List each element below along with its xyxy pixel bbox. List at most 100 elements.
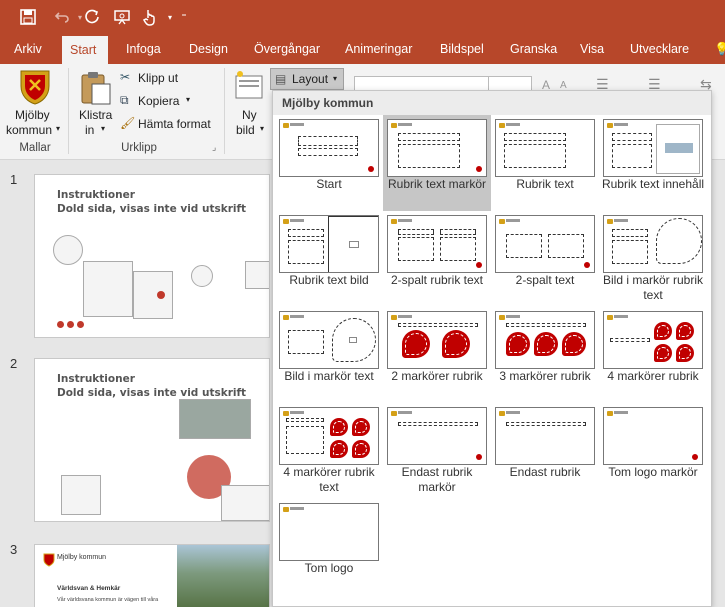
tab-design[interactable]: Design: [181, 34, 236, 64]
placeholder: [328, 216, 378, 272]
slide-number: 2: [10, 356, 18, 371]
format-painter-icon: 🖌: [120, 116, 136, 130]
logo-icon: [283, 219, 289, 224]
layout-option-rubrik-text[interactable]: Rubrik text: [491, 115, 599, 211]
marker-dot: [157, 291, 165, 299]
paste-button[interactable]: Klistra in ▾: [74, 66, 116, 140]
group-separator: [68, 68, 69, 154]
marker-shape: [330, 418, 348, 436]
placeholder: [506, 234, 542, 258]
layout-option-rubrik-text-innehall[interactable]: Rubrik text innehåll: [599, 115, 707, 211]
logo-icon: [391, 411, 397, 416]
layout-thumbnail: [387, 407, 487, 465]
marker-dot: [692, 454, 698, 460]
layout-option-label: Tom logo markör: [608, 465, 698, 479]
redo-icon[interactable]: [80, 5, 104, 29]
logo-text: [614, 411, 628, 414]
layout-option-rubrik-text-bild[interactable]: Rubrik text bild: [275, 211, 383, 307]
gallery-header-label: Mjölby kommun: [282, 96, 374, 110]
marker-shape: [562, 332, 586, 356]
logo-icon: [391, 315, 397, 320]
layout-option-4-markorer-rubrik-text[interactable]: 4 markörer rubrik text: [275, 403, 383, 499]
present-icon[interactable]: [110, 5, 134, 29]
tab-overgangar[interactable]: Övergångar: [246, 34, 328, 64]
placeholder: [612, 240, 648, 264]
mallar-label-2: kommun: [6, 123, 53, 137]
layout-thumbnail: [495, 215, 595, 273]
layout-option-4-markorer-rubrik[interactable]: 4 markörer rubrik: [599, 307, 707, 403]
scissors-icon: ✂: [120, 70, 131, 84]
lightbulb-icon[interactable]: 💡: [706, 34, 725, 64]
layout-option-rubrik-text-markor[interactable]: Rubrik text markör: [383, 115, 491, 211]
slide-number: 1: [10, 172, 18, 187]
layout-option-label: Endast rubrik: [509, 465, 581, 479]
tab-start[interactable]: Start: [62, 36, 108, 64]
layout-option-endast-rubrik-markor[interactable]: Endast rubrik markör: [383, 403, 491, 499]
group-label-mallar: Mallar: [19, 142, 51, 154]
new-slide-label-2: bild: [236, 123, 255, 137]
save-icon[interactable]: [16, 5, 40, 29]
logo-icon: [499, 315, 505, 320]
layout-thumbnail: [603, 119, 703, 177]
cut-button[interactable]: ✂ Klipp ut: [120, 70, 220, 88]
new-slide-button[interactable]: Ny bild ▾: [230, 66, 268, 140]
layout-option-bild-i-markor-text[interactable]: Bild i markör text: [275, 307, 383, 403]
logo-text: [290, 411, 304, 414]
gallery-header: Mjölby kommun: [273, 91, 711, 115]
layout-thumbnail: [279, 407, 379, 465]
marker-shape: [352, 440, 370, 458]
tab-granska[interactable]: Granska: [502, 34, 565, 64]
dialog-launcher-icon[interactable]: ⌟: [212, 142, 216, 153]
layout-icon: ▤: [275, 72, 287, 86]
layout-option-tom-logo-markor[interactable]: Tom logo markör: [599, 403, 707, 499]
tab-utvecklare[interactable]: Utvecklare: [622, 34, 697, 64]
placeholder: [398, 144, 460, 168]
copy-dropdown-icon: ▾: [186, 95, 191, 104]
placeholder: [298, 136, 358, 146]
copy-button[interactable]: ⧉ Kopiera ▾: [120, 93, 200, 111]
marker-dot: [77, 321, 84, 328]
layout-option-tom-logo[interactable]: Tom logo: [275, 499, 383, 595]
layout-option-2-spalt-text[interactable]: 2-spalt text: [491, 211, 599, 307]
marker-dot: [476, 262, 482, 268]
new-slide-icon: [235, 71, 263, 99]
layout-option-label: 2-spalt text: [515, 273, 575, 287]
layout-option-label: 2 markörer rubrik: [391, 369, 483, 383]
customize-icon[interactable]: ⁼: [172, 5, 196, 29]
layout-option-bild-i-markor-rubrik-text[interactable]: Bild i markör rubrik text: [599, 211, 707, 307]
layout-thumbnail: [495, 407, 595, 465]
mallar-button[interactable]: Mjölby kommun ▾: [6, 66, 62, 140]
new-slide-dropdown-icon: ▾: [260, 124, 265, 133]
slide-thumbnail-2[interactable]: Instruktioner Dold sida, visas inte vid …: [34, 358, 270, 522]
placeholder: [398, 237, 434, 261]
placeholder: [504, 133, 566, 141]
layout-option-2-markorer-rubrik[interactable]: 2 markörer rubrik: [383, 307, 491, 403]
placeholder: [656, 124, 700, 174]
tab-bildspel[interactable]: Bildspel: [432, 34, 492, 64]
slide-title: Världsvan & Hemkär: [57, 585, 121, 592]
layout-thumbnail: [603, 407, 703, 465]
tab-infoga[interactable]: Infoga: [118, 34, 169, 64]
placeholder: [398, 323, 478, 327]
layout-option-start[interactable]: Start: [275, 115, 383, 211]
layout-button[interactable]: ▤ Layout ▾: [270, 68, 344, 90]
tab-visa[interactable]: Visa: [572, 34, 612, 64]
sketch-shape: [245, 261, 269, 289]
layout-option-label: Rubrik text bild: [289, 273, 369, 287]
logo-icon: [391, 219, 397, 224]
placeholder: [288, 240, 324, 264]
tab-arkiv[interactable]: Arkiv: [6, 34, 50, 64]
logo-icon: [607, 123, 613, 128]
slide-thumbnail-3[interactable]: Mjölby kommun Världsvan & Hemkär Vår vär…: [34, 544, 270, 607]
marker-shape: [676, 344, 694, 362]
format-painter-label: Hämta format: [138, 117, 211, 131]
format-painter-button[interactable]: 🖌 Hämta format: [120, 116, 220, 134]
tab-animeringar[interactable]: Animeringar: [337, 34, 420, 64]
slide-photo: [177, 545, 269, 607]
logo-text: [398, 411, 412, 414]
layout-option-2-spalt-rubrik-text[interactable]: 2-spalt rubrik text: [383, 211, 491, 307]
layout-option-3-markorer-rubrik[interactable]: 3 markörer rubrik: [491, 307, 599, 403]
layout-option-endast-rubrik[interactable]: Endast rubrik: [491, 403, 599, 499]
slide-thumbnail-1[interactable]: Instruktioner Dold sida, visas inte vid …: [34, 174, 270, 338]
marker-shape: [654, 344, 672, 362]
